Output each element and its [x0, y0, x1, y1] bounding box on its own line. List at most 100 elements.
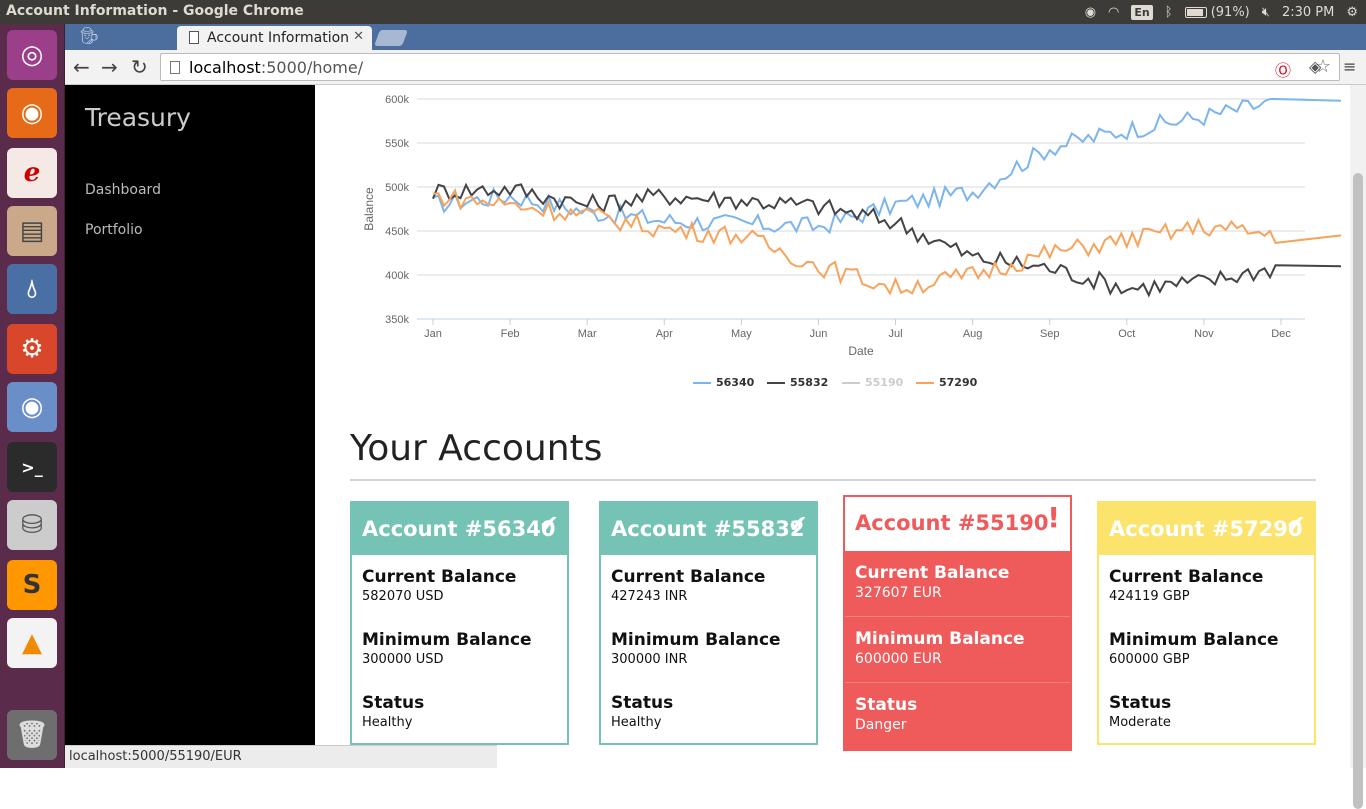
account-card-55190[interactable]: Account #55190! Current Balance 327607 EU… — [843, 495, 1072, 751]
x-tick-label: Jun — [810, 328, 828, 340]
clock[interactable]: 2:30 PM — [1282, 5, 1334, 20]
minimum-balance-label: Minimum Balance — [1109, 630, 1279, 650]
x-tick-label: Dec — [1271, 328, 1291, 340]
minimum-balance-value: 600000 GBP — [1109, 652, 1190, 667]
link-status-bar: localhost:5000/55190/EUR — [65, 745, 497, 768]
x-tick-label: Jan — [424, 328, 442, 340]
power-gear-icon[interactable]: ⚙ — [1346, 5, 1358, 20]
battery-indicator[interactable]: (91%) — [1184, 5, 1250, 20]
x-axis-title: Date — [848, 344, 874, 358]
sublime-text-icon[interactable]: S — [7, 560, 57, 610]
y-tick-label: 550k — [385, 138, 409, 150]
check-icon: ✔ — [1285, 510, 1306, 538]
close-tab-icon[interactable]: ✕ — [353, 29, 364, 44]
account-card-56340[interactable]: Account #56340 ✔ Current Balance 582070 US… — [350, 501, 569, 745]
address-bar[interactable]: localhost:5000/home/ ☆ — [160, 53, 1340, 81]
app-sidebar: Treasury Dashboard Portfolio — [65, 85, 315, 768]
minimum-balance-label: Minimum Balance — [362, 630, 532, 650]
sidebar-item-dashboard[interactable]: Dashboard — [85, 182, 161, 198]
account-title: Account #57290 — [1109, 517, 1303, 541]
volume-muted-icon[interactable]: 🔇︎ — [1262, 5, 1270, 20]
new-tab-button[interactable] — [374, 30, 408, 46]
browser-toolbar: ← → ↻ localhost:5000/home/ ☆ Ⓞ ◈ ≡ — [65, 50, 1366, 85]
tab-title: Account Information — [207, 30, 350, 46]
account-card-header: Account #55832 ✔ — [601, 503, 816, 555]
legend-item-57290[interactable]: 57290 — [916, 376, 977, 389]
series-line-55832 — [432, 182, 1342, 298]
status-value: Healthy — [611, 715, 662, 730]
minimum-balance-value: 300000 USD — [362, 652, 444, 667]
current-balance-label: Current Balance — [1109, 567, 1264, 587]
chrome-launcher-icon[interactable]: ◉ — [7, 382, 57, 432]
window-title: Account Information - Google Chrome — [6, 3, 304, 19]
check-icon: ✔ — [787, 510, 808, 538]
brand-title[interactable]: Treasury — [85, 103, 191, 132]
account-card-55832[interactable]: Account #55832 ✔ Current Balance 427243 IN… — [599, 501, 818, 745]
terminal-icon[interactable]: >_ — [7, 442, 57, 492]
current-balance-label: Current Balance — [362, 567, 517, 587]
x-tick-label: Oct — [1118, 328, 1135, 340]
y-tick-label: 600k — [385, 94, 409, 106]
opera-extension-icon[interactable]: Ⓞ — [1275, 57, 1291, 81]
accounts-heading: Your Accounts — [350, 428, 603, 469]
y-tick-label: 450k — [385, 226, 409, 238]
status-label: Status — [855, 695, 918, 715]
y-tick-label: 500k — [385, 182, 409, 194]
legend-item-55832[interactable]: 55832 — [767, 376, 828, 389]
x-tick-label: Apr — [656, 328, 673, 340]
back-icon[interactable]: ← — [73, 55, 90, 79]
y-tick-label: 350k — [385, 314, 409, 326]
files-icon[interactable]: ▤ — [7, 206, 57, 256]
alert-icon: ! — [1047, 501, 1060, 534]
x-tick-label: Sep — [1040, 328, 1060, 340]
unity-launcher: ◎ ◉ ℯ ▤ 💧︎ ⚙ ◉ >_ ⛁ S ▲ 🗑︎ — [0, 24, 65, 768]
disk-icon[interactable]: ⛁ — [7, 500, 57, 550]
current-balance-label: Current Balance — [855, 563, 1010, 583]
bluetooth-icon[interactable]: ᛒ — [1165, 5, 1173, 20]
drop-app-icon[interactable]: 💧︎ — [7, 264, 57, 314]
document-viewer-icon[interactable]: ℯ — [7, 148, 57, 198]
x-tick-label: Jul — [889, 328, 903, 340]
status-value: Moderate — [1109, 715, 1171, 730]
keyboard-layout-indicator[interactable]: En — [1131, 4, 1153, 20]
current-balance-value: 327607 EUR — [855, 585, 942, 601]
menu-icon[interactable]: ≡ — [1343, 57, 1356, 76]
current-balance-value: 427243 INR — [611, 589, 688, 604]
legend-item-55190[interactable]: 55190 — [842, 376, 903, 389]
firefox-icon[interactable]: ◉ — [7, 88, 57, 138]
x-tick-label: Nov — [1194, 328, 1214, 340]
account-card-57290[interactable]: Account #57290 ✔ Current Balance 424119 GB… — [1097, 501, 1316, 745]
account-title: Account #56340 — [362, 517, 556, 541]
page-info-icon[interactable] — [170, 61, 180, 74]
legend-swatch — [916, 381, 934, 384]
sidebar-item-portfolio[interactable]: Portfolio — [85, 222, 143, 238]
system-settings-icon[interactable]: ⚙ — [7, 324, 57, 374]
browser-tab[interactable]: Account Information ✕ — [177, 26, 372, 50]
url-host: localhost — [189, 58, 261, 77]
wifi-icon[interactable]: ◠ — [1108, 5, 1119, 20]
legend-item-56340[interactable]: 56340 — [693, 376, 754, 389]
legend-swatch — [842, 381, 860, 384]
y-tick-label: 400k — [385, 270, 409, 282]
x-tick-label: May — [731, 328, 752, 340]
status-label: Status — [611, 693, 674, 713]
system-top-bar: Account Information - Google Chrome ◉ ◠ … — [0, 0, 1366, 24]
vlc-icon[interactable]: ▲ — [7, 618, 57, 668]
ubuntu-dash-icon[interactable]: ◎ — [7, 30, 57, 80]
reload-icon[interactable]: ↻ — [131, 55, 148, 79]
chrome-tray-icon[interactable]: ◉ — [1085, 5, 1096, 20]
x-tick-label: Feb — [501, 328, 520, 340]
page-scrollbar[interactable] — [1350, 85, 1366, 809]
forward-icon[interactable]: → — [101, 55, 118, 79]
scrollbar-thumb[interactable] — [1353, 173, 1363, 809]
status-label: Status — [362, 693, 425, 713]
minimum-balance-value: 600000 EUR — [855, 651, 942, 667]
trash-icon[interactable]: 🗑︎ — [7, 710, 57, 760]
account-title: Account #55832 — [611, 517, 805, 541]
extension-icon[interactable]: ◈ — [1309, 57, 1321, 76]
status-value: Healthy — [362, 715, 413, 730]
system-tray: ◉ ◠ En ᛒ (91%) 🔇︎ 2:30 PM ⚙ — [1085, 0, 1366, 24]
page-icon — [189, 31, 199, 44]
incognito-icon: 🕵︎ — [78, 26, 100, 45]
legend-swatch — [693, 381, 711, 384]
